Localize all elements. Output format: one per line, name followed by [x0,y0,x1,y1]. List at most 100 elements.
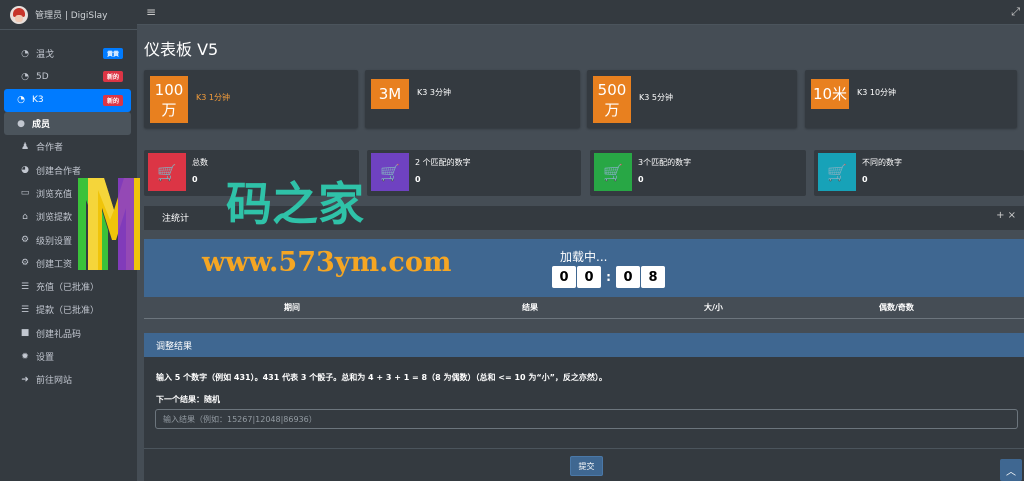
game-label: K3 1分钟 [196,93,230,102]
game-card-k3-3min[interactable]: 3M K3 3分钟 [365,70,580,128]
sidebar-item-label: 创建合作者 [36,166,82,177]
new-badge: 黄黄 [102,48,123,59]
sidebar-item-label: 创建工资 [36,259,73,270]
list-icon: ☰ [20,281,30,292]
cogs-icon: ⚙ [20,258,30,269]
sidebar-item-go-to-site[interactable]: ➜ 前往网站 [4,368,131,391]
brand-title: 管理员 | DigiSlay [35,11,108,21]
results-table-footer [144,318,1024,324]
sidebar-item-label: 5D [36,71,49,82]
sidebar-item-recharge-approved[interactable]: ☰ 充值（已批准） [4,275,131,298]
sidebar-item-label: 设置 [36,353,55,363]
column-header-even-odd: 偶数/奇数 [879,303,914,312]
sidebar-item-label: K3 [32,95,44,106]
game-card-k3-10min[interactable]: 10米 K3 10分钟 [805,70,1017,128]
info-box-value: 0 [862,175,868,184]
sidebar-item-browse-recharge[interactable]: ▭ 浏览充值 [4,182,131,205]
sidebar-item-create-partner[interactable]: ◕ 创建合作者 [4,158,131,181]
sidebar-item-level-settings[interactable]: ⚙ 级别设置 [4,228,131,251]
pie-chart-icon: ◕ [21,165,29,176]
sidebar-item-label: 充值（已批准） [36,283,100,294]
sidebar-item-settings[interactable]: ✹ 设置 [4,345,131,368]
cart-icon: 🛒 [148,153,186,191]
sidebar-item-members[interactable]: ● 成员 [4,111,131,136]
timer-digit: 8 [641,266,665,288]
tachometer-icon: ◔ [21,71,29,82]
stats-card-header: 注统计 + × [144,206,1024,230]
info-box-row: 🛒 总数 0 🛒 2 个匹配的数字 0 🛒 3个匹配的数字 0 🛒 不同的数字 … [137,150,1024,196]
gift-icon: ■ [20,328,30,339]
cart-icon: 🛒 [594,153,632,191]
game-box: 100万 [150,76,188,123]
sidebar-item-wingo[interactable]: ◔ 温戈 黄黄 [4,42,131,65]
column-header-period: 期间 [284,303,300,312]
submit-button[interactable]: 提交 [570,456,603,476]
user-circle-icon: ● [17,118,25,129]
adjust-card-header: 调整结果 [144,333,1024,357]
sign-out-icon: ➜ [21,374,29,385]
tachometer-icon: ◔ [21,48,29,59]
result-input[interactable] [155,409,1018,429]
sidebar-item-partners[interactable]: ♟ 合作者 [4,135,131,158]
sidebar-item-k3[interactable]: ◔ K3 新的 [4,88,131,112]
sidebar-item-label: 浏览提款 [36,213,73,224]
sidebar-item-label: 合作者 [36,143,64,154]
adjust-card-title: 调整结果 [156,342,193,352]
game-label: K3 5分钟 [639,93,673,102]
gear-icon: ✹ [21,351,29,362]
fullscreen-icon[interactable]: ⤢ [1011,5,1020,19]
main-content: ≡ ⤢ 仪表板 V5 100万 K3 1分钟 3M K3 3分钟 500万 K3… [137,0,1024,481]
brand[interactable]: 管理员 | DigiSlay [0,0,137,30]
new-badge: 新的 [102,94,123,106]
timer-colon: : [606,270,611,284]
sidebar-item-withdraw-approved[interactable]: ☰ 提款（已批准） [4,298,131,321]
game-card-k3-5min[interactable]: 500万 K3 5分钟 [587,70,797,128]
list-icon: ☰ [20,304,30,315]
new-badge: 新的 [102,71,123,83]
info-box-different: 🛒 不同的数字 0 [814,150,1024,196]
scroll-to-top-button[interactable]: ︿ [1000,459,1022,481]
column-header-big-small: 大/小 [704,303,723,312]
sidebar-item-label: 提款（已批准） [36,306,100,317]
sidebar-item-label: 浏览充值 [36,189,73,200]
info-box-title: 总数 [192,158,208,167]
avatar [10,5,28,24]
info-box-value: 0 [192,175,198,184]
card-tools[interactable]: + × [996,210,1016,221]
timer-digit: 0 [577,266,601,288]
top-navbar: ≡ ⤢ [137,0,1024,25]
game-card-k3-1min[interactable]: 100万 K3 1分钟 [144,70,358,128]
adjust-description: 输入 5 个数字（例如 431）。431 代表 3 个骰子。总和为 4 + 3 … [156,373,607,382]
credit-card-icon: ▭ [20,188,30,199]
game-stat-row: 100万 K3 1分钟 3M K3 3分钟 500万 K3 5分钟 10米 K3… [137,70,1024,130]
sidebar-item-label: 创建礼品码 [36,329,82,340]
timer-digit: 0 [616,266,640,288]
sidebar-item-5d[interactable]: ◔ 5D 新的 [4,65,131,88]
info-box-value: 0 [415,175,421,184]
page-title: 仪表板 V5 [144,40,219,59]
info-box-2-match: 🛒 2 个匹配的数字 0 [367,150,581,196]
game-box: 500万 [593,76,631,123]
info-box-total: 🛒 总数 0 [144,150,359,196]
sidebar-item-browse-withdraw[interactable]: ⌂ 浏览提款 [4,205,131,228]
menu-icon[interactable]: ≡ [146,5,156,19]
loading-text: 加载中... [560,250,608,264]
game-label: K3 10分钟 [857,88,897,97]
sidebar-item-label: 温戈 [36,50,55,61]
sidebar-nav: ◔ 温戈 黄黄 ◔ 5D 新的 ◔ K3 新的 ● 成员 ♟ 合作者 ◕ 创建合… [0,30,137,391]
countdown-timer: 0 0 : 0 8 [552,266,665,288]
game-box: 3M [371,79,409,109]
info-box-title: 2 个匹配的数字 [415,158,471,167]
game-label: K3 3分钟 [417,88,451,97]
game-box: 10米 [811,79,849,109]
bank-icon: ⌂ [22,211,28,222]
info-box-title: 3个匹配的数字 [638,158,692,167]
stats-card-title: 注统计 [162,214,190,224]
sidebar-item-create-salary[interactable]: ⚙ 创建工资 [4,252,131,275]
info-box-value: 0 [638,175,644,184]
sidebar-item-create-gift-code[interactable]: ■ 创建礼品码 [4,322,131,345]
sidebar-item-label: 级别设置 [36,236,73,247]
next-result-text: 下一个结果：随机 [156,395,220,404]
info-box-3-match: 🛒 3个匹配的数字 0 [590,150,806,196]
sidebar: 管理员 | DigiSlay ◔ 温戈 黄黄 ◔ 5D 新的 ◔ K3 新的 ●… [0,0,137,481]
